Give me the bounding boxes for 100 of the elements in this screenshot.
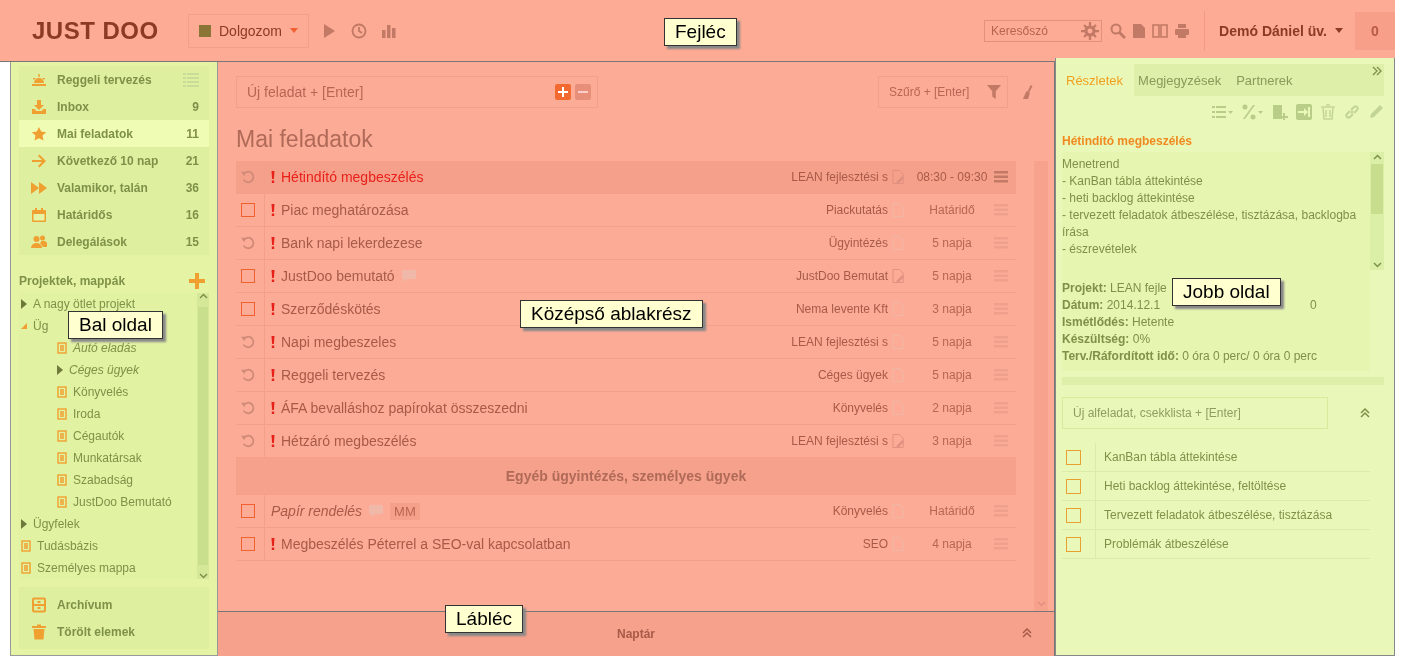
filter-input[interactable]: Szűrő + [Enter] [887, 84, 983, 100]
bar-chart-icon[interactable] [381, 22, 398, 39]
tree-item[interactable]: Ügyfelek [19, 513, 80, 535]
tree-item[interactable]: Munkatársak [19, 447, 142, 469]
task-row[interactable]: Bank napi lekerdezese Ügyintézés 5 napja [236, 227, 1016, 260]
expand-arrow-icon[interactable] [57, 365, 63, 375]
note-pencil-icon[interactable] [892, 433, 905, 449]
repeat-icon[interactable] [241, 170, 255, 184]
tree-item[interactable]: Tudásbázis [19, 535, 98, 557]
list-icon[interactable] [1212, 104, 1234, 120]
sidebar-item[interactable]: Határidős 16 [19, 201, 209, 228]
search-icon[interactable] [1110, 22, 1127, 39]
due-date: Határidő [928, 504, 976, 518]
task-title: Hétindító megbeszélés [281, 169, 424, 185]
tree-item[interactable]: Üg [19, 315, 49, 337]
link-icon[interactable] [1344, 104, 1360, 120]
sidebar-item[interactable]: Törölt elemek [19, 618, 209, 645]
task-row[interactable]: ÁFA bevalláshoz papírokat összeszedni Könyvelés 2 napja [236, 392, 1016, 425]
expand-arrow-icon[interactable] [21, 519, 27, 529]
new-task-field[interactable]: Új feladat + [Enter] [236, 76, 598, 108]
repeat-icon[interactable] [241, 236, 255, 250]
sidebar-item[interactable]: Archívum [19, 591, 209, 618]
tree-item[interactable]: JustDoo Bemutató [19, 491, 172, 513]
scrollbar[interactable] [1370, 152, 1384, 270]
repeat-icon[interactable] [241, 368, 255, 382]
search-input[interactable]: Keresőszó [989, 22, 1082, 39]
tree-item[interactable]: Autó eladás [19, 337, 137, 359]
checkbox[interactable] [241, 302, 255, 316]
tree-item[interactable]: Szabadság [19, 469, 134, 491]
document-icon[interactable] [1132, 22, 1147, 39]
add-icon[interactable] [555, 84, 571, 100]
subtask-field[interactable]: Új alfeladat, csekklista + [Enter] [1062, 397, 1328, 429]
checkbox[interactable] [241, 504, 255, 518]
remove-icon[interactable] [575, 84, 591, 100]
checkbox[interactable] [1066, 478, 1081, 494]
tab[interactable]: Részletek [1062, 64, 1135, 96]
checkbox[interactable] [241, 269, 255, 283]
due-date: 5 napja [931, 335, 973, 349]
scroll-up-icon[interactable] [198, 293, 208, 299]
search-field[interactable]: Keresőszó [984, 19, 1103, 42]
expand-arrow-icon[interactable] [21, 323, 27, 329]
task-row[interactable]: Megbeszélés Péterrel a SEO-val kapcsolatban SEO 4 napja [236, 528, 1016, 561]
print-icon[interactable] [1174, 22, 1191, 39]
scrollbar[interactable] [1034, 161, 1048, 611]
note-pencil-icon[interactable] [892, 268, 905, 284]
filter-icon[interactable] [987, 85, 1001, 99]
task-row[interactable]: Reggeli tervezés Céges ügyek 5 napja [236, 359, 1016, 392]
project-name: LEAN fejlesztési s [791, 335, 888, 349]
task-row[interactable]: Hétindító megbeszélés LEAN fejlesztési s 08:30 - 09:30 [236, 161, 1016, 194]
repeat-icon[interactable] [241, 401, 255, 415]
settings-icon[interactable] [1081, 21, 1100, 40]
new-task-input[interactable]: Új feladat + [Enter] [245, 83, 551, 101]
tab[interactable]: Partnerek [1232, 64, 1304, 96]
add-icon[interactable] [189, 273, 205, 289]
sidebar-item[interactable]: Reggeli tervezés [19, 66, 209, 93]
collapse-icon[interactable] [1360, 408, 1370, 418]
checkbox[interactable] [1066, 507, 1081, 523]
tree-item[interactable]: Iroda [19, 403, 101, 425]
repeat-icon[interactable] [241, 434, 255, 448]
user-menu[interactable]: Demó Dániel üv. [1205, 22, 1355, 39]
tab[interactable]: Megjegyzések [1134, 64, 1233, 96]
subtask-input[interactable]: Új alfeladat, csekklista + [Enter] [1071, 405, 1319, 421]
status-dropdown[interactable]: Dolgozom [188, 13, 310, 48]
clock-icon[interactable] [351, 22, 368, 39]
scroll-down-icon[interactable] [198, 573, 208, 579]
expand-icon[interactable] [1372, 66, 1382, 76]
task-row[interactable]: JustDoo bemutató JustDoo Bemutat 5 napja [236, 260, 1016, 293]
filter-field[interactable]: Szűrő + [Enter] [878, 76, 1008, 108]
expand-arrow-icon[interactable] [21, 299, 27, 309]
sidebar-item[interactable]: Valamikor, talán 36 [19, 174, 209, 201]
sidebar-item[interactable]: Inbox 9 [19, 93, 209, 120]
task-row[interactable]: Piac meghatározása Piackutatás Határidő [236, 194, 1016, 227]
scrollbar[interactable] [197, 293, 209, 579]
checkbox[interactable] [241, 203, 255, 217]
collapse-icon[interactable] [1022, 628, 1032, 638]
callout-label: Bal oldal [68, 311, 163, 339]
checkbox[interactable] [1066, 449, 1081, 465]
tree-item[interactable]: Könyvelés [19, 381, 129, 403]
section-header: Egyéb ügyintézés, személyes ügyek [236, 458, 1016, 495]
book-icon[interactable] [1152, 22, 1169, 39]
menu-icon[interactable] [994, 171, 1008, 183]
sidebar-item[interactable]: Mai feladatok 11 [19, 120, 209, 147]
sidebar-item[interactable]: Következő 10 nap 21 [19, 147, 209, 174]
import-icon[interactable] [1296, 104, 1312, 120]
inbox-icon [31, 98, 47, 115]
trash-icon[interactable] [1320, 104, 1336, 120]
tree-item[interactable]: Cégautók [19, 425, 125, 447]
sidebar-item[interactable]: Delegálások 15 [19, 228, 209, 255]
checkbox[interactable] [241, 537, 255, 551]
pencil-icon[interactable] [1368, 104, 1384, 120]
tree-item[interactable]: Céges ügyek [19, 359, 140, 381]
percent-icon[interactable] [1242, 104, 1264, 120]
tree-item[interactable]: Személyes mappa [19, 557, 136, 579]
checkbox[interactable] [1066, 536, 1081, 552]
scroll-down-icon[interactable] [1372, 262, 1382, 268]
scroll-up-icon[interactable] [1372, 154, 1382, 160]
task-row[interactable]: Papír rendelés MM Könyvelés Határidő [236, 495, 1016, 528]
repeat-icon[interactable] [241, 335, 255, 349]
notification-count[interactable]: 0 [1355, 11, 1395, 50]
add-page-icon[interactable] [1272, 104, 1288, 120]
